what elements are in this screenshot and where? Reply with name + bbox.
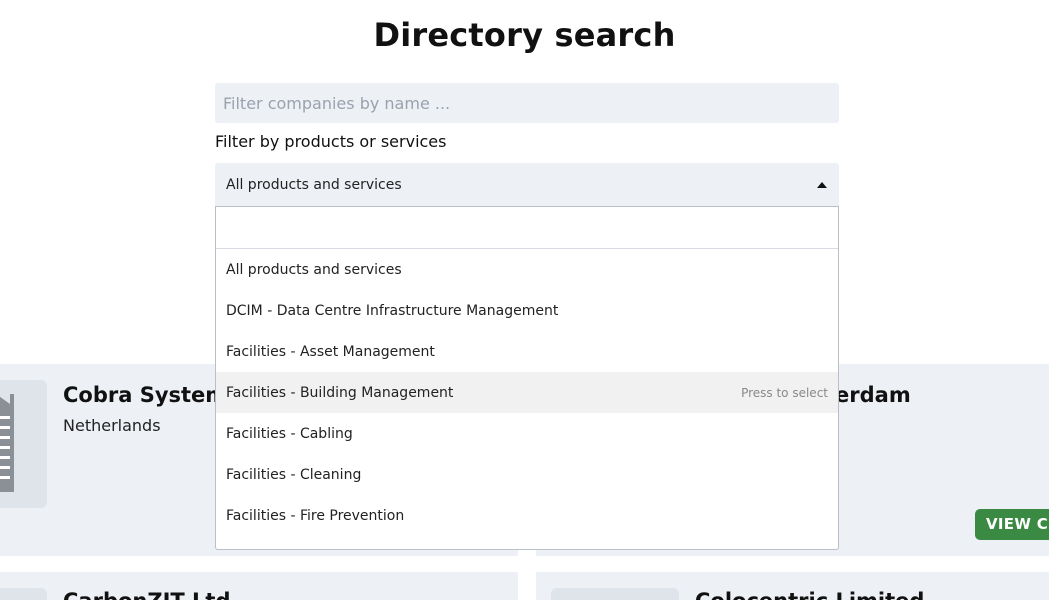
option-label: DCIM - Data Centre Infrastructure Manage… [226,303,559,319]
option-label: Facilities - Cabling [226,426,353,442]
dropdown-option[interactable]: All products and services [216,249,838,290]
dropdown-search-input[interactable] [216,207,838,249]
option-label: Facilities - Fire Prevention [226,508,405,524]
company-name-filter-input[interactable] [215,83,839,123]
company-logo [551,588,679,600]
option-label: All products and services [226,262,402,278]
products-dropdown: All products and services DCIM - Data Ce… [215,206,839,550]
products-select-value: All products and services [226,177,402,193]
products-select[interactable]: All products and services [215,163,839,207]
company-logo [0,380,47,508]
company-name[interactable]: Cobra Systems [63,383,240,407]
option-label: Facilities - Cleaning [226,467,362,483]
caret-up-icon [817,182,827,188]
company-name[interactable]: Colocentric Limited [695,589,924,600]
building-icon [0,394,14,492]
dropdown-option[interactable]: Facilities - Asset Management [216,331,838,372]
company-country: Netherlands [63,416,161,435]
dropdown-option[interactable]: Facilities - Cabling [216,413,838,454]
dropdown-option[interactable]: Facilities - Cleaning [216,454,838,495]
products-filter-label: Filter by products or services [215,132,447,151]
view-company-button[interactable]: VIEW C [975,509,1049,540]
dropdown-option-highlighted[interactable]: Facilities - Building Management Press t… [216,372,838,413]
option-label: Facilities - Asset Management [226,344,435,360]
dropdown-option[interactable]: Facilities - Fire Prevention [216,495,838,536]
company-name[interactable]: CarbonZIT Ltd [63,589,230,600]
press-to-select-hint: Press to select [741,386,828,400]
company-logo [0,588,47,600]
option-label: Facilities - Building Management [226,385,454,401]
dropdown-option[interactable]: DCIM - Data Centre Infrastructure Manage… [216,290,838,331]
page-title: Directory search [373,16,676,54]
